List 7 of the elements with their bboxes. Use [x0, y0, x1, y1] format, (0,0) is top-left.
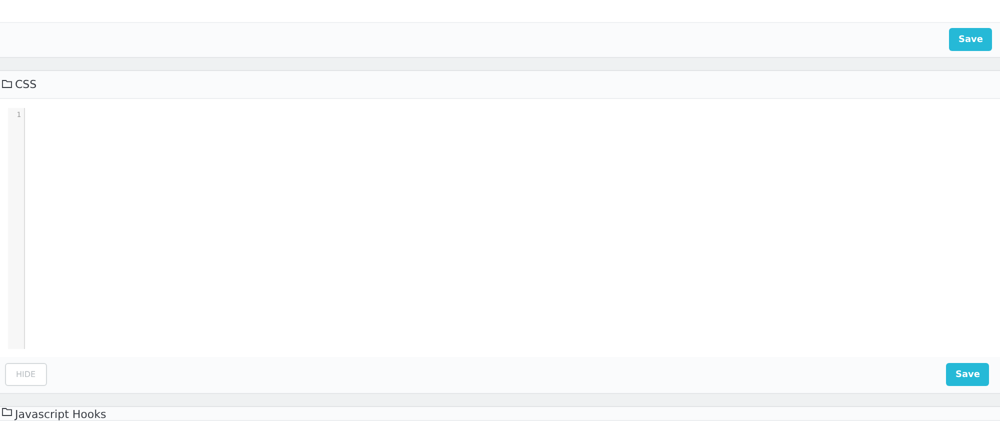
panel-title: Javascript Hooks — [15, 408, 106, 421]
save-button[interactable]: Save — [946, 363, 989, 386]
save-button[interactable]: Save — [949, 28, 992, 52]
folder-icon — [2, 408, 12, 416]
panel-title: CSS — [15, 78, 37, 91]
hide-button[interactable]: HIDE — [5, 363, 47, 386]
folder-icon — [2, 80, 12, 88]
